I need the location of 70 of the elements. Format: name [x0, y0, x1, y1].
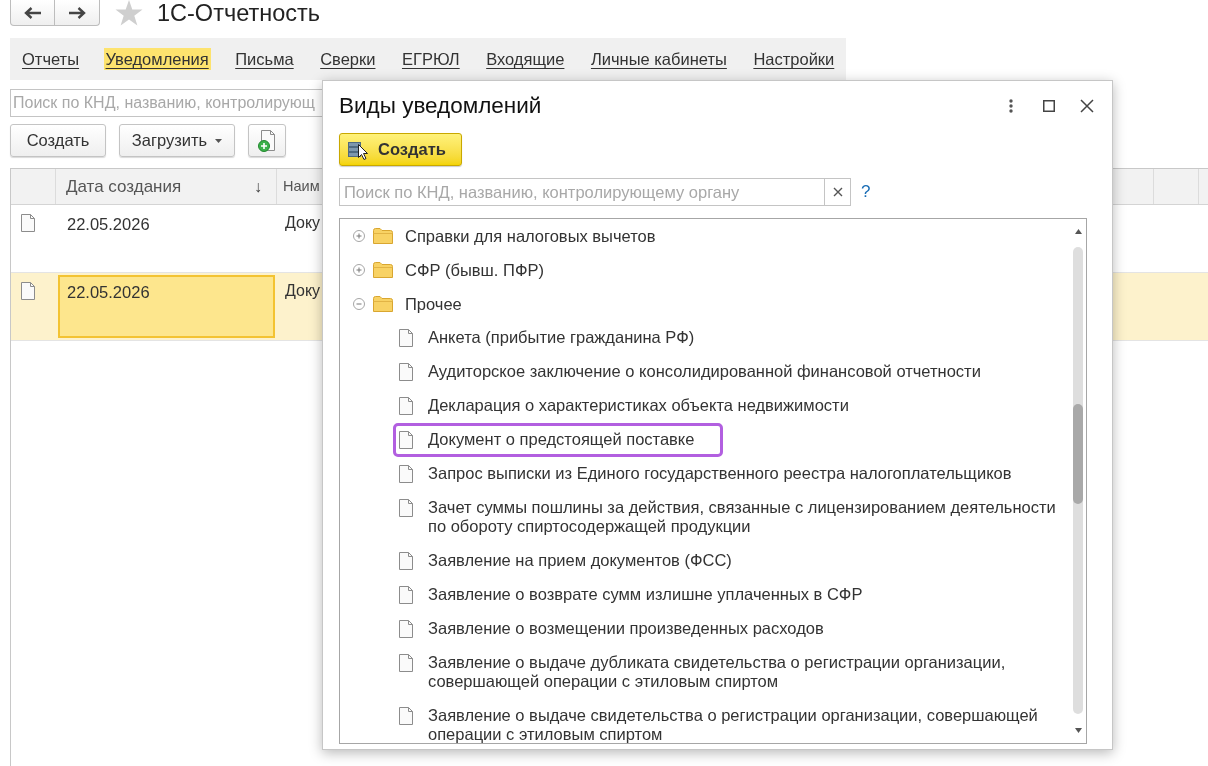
folder-icon — [373, 262, 393, 278]
dropdown-button[interactable]: Загрузить — [119, 124, 235, 157]
tree-item[interactable]: Запрос выписки из Единого государственного реестра налогоплательщиков — [399, 457, 1012, 491]
tab[interactable]: Письма — [233, 48, 296, 70]
help-link[interactable]: ? — [861, 179, 871, 205]
tree-item[interactable]: Заявление о выдаче дубликата свидетельства о регистрации организации, совершающей операции с этиловым спиртом — [399, 646, 1070, 699]
tab[interactable]: ЕГРЮЛ — [399, 48, 462, 70]
tab[interactable]: Сверки — [318, 48, 378, 70]
tree-item[interactable]: Зачет суммы пошлины за действия, связанные с лицензированием деятельности по обороту спиртосодержащей продукции — [399, 491, 1070, 544]
tree-item[interactable]: Заявление на прием документов (ФСС) — [399, 544, 732, 578]
tree-item[interactable]: Заявление о возврате сумм излишне уплаченных в СФР — [399, 578, 863, 612]
document-icon — [399, 397, 413, 415]
scrollbar[interactable] — [1073, 247, 1083, 714]
document-icon — [399, 586, 413, 604]
tab[interactable]: Входящие — [484, 48, 567, 70]
arrow-left-icon — [24, 6, 41, 19]
column-header[interactable]: Дата создания — [66, 173, 182, 200]
folder-icon — [373, 228, 393, 244]
caret-icon — [215, 138, 223, 143]
tree-item[interactable]: Документ о предстоящей поставке — [393, 423, 724, 457]
document-icon — [399, 329, 413, 347]
forward-button[interactable] — [55, 0, 100, 26]
table-cell: Доку — [285, 282, 321, 299]
tab[interactable]: Отчеты — [20, 48, 82, 70]
document-icon — [399, 620, 413, 638]
document-icon — [21, 282, 35, 300]
list-cursor-icon — [348, 139, 369, 160]
scroll-down-icon[interactable] — [1074, 728, 1082, 733]
folder-icon — [373, 296, 393, 312]
icon-button[interactable] — [248, 124, 286, 157]
table-cell: 22.05.2026 — [58, 275, 275, 338]
document-plus-icon — [258, 129, 276, 152]
back-button[interactable] — [10, 0, 55, 26]
more-icon[interactable] — [1009, 98, 1013, 113]
document-icon — [399, 499, 413, 517]
dialog-title: Виды уведомлений — [339, 91, 542, 120]
toolbar-button[interactable]: Создать — [10, 124, 106, 157]
document-icon — [399, 363, 413, 381]
scrollbar-thumb[interactable] — [1073, 404, 1083, 504]
sort-arrow: ↓ — [254, 176, 262, 197]
plus-circle-icon[interactable] — [353, 264, 365, 276]
tree-item[interactable]: Аудиторское заключение о консолидированной финансовой отчетности — [399, 355, 981, 389]
tab[interactable]: Уведомления — [103, 48, 211, 70]
tab[interactable]: Личные кабинеты — [588, 48, 729, 70]
tree-item[interactable]: Анкета (прибытие гражданина РФ) — [399, 321, 695, 355]
document-icon — [21, 214, 35, 232]
document-icon — [399, 654, 413, 672]
close-icon[interactable] — [1080, 98, 1094, 113]
tab[interactable]: Настройки — [751, 48, 837, 70]
document-icon — [399, 465, 413, 483]
column-header[interactable]: Наим — [283, 175, 320, 198]
tree-item[interactable]: Прочее — [340, 287, 462, 321]
table-cell-text: 22.05.2026 — [66, 214, 151, 235]
document-icon — [399, 431, 413, 449]
scroll-up-icon[interactable] — [1074, 229, 1082, 234]
tree-item[interactable]: Заявление о возмещении произведенных расходов — [399, 612, 824, 646]
window-title: 1С-Отчетность — [157, 0, 320, 26]
tree-item[interactable]: Заявление о выдаче свидетельства о регистрации организации, совершающей операции с этиловым спиртом — [399, 699, 1070, 743]
table-cell: Доку — [285, 214, 321, 231]
arrow-right-icon — [68, 6, 86, 19]
create-button[interactable]: Создать — [339, 133, 462, 166]
document-icon — [399, 707, 413, 725]
star-icon[interactable] — [115, 0, 143, 26]
close-icon — [832, 187, 843, 197]
tree-item[interactable]: Справки для налоговых вычетов — [340, 219, 656, 253]
tree-item[interactable]: Декларация о характеристиках объекта недвижимости — [399, 389, 849, 423]
document-icon — [399, 552, 413, 570]
plus-circle-icon[interactable] — [353, 230, 365, 242]
tree-item[interactable]: СФР (бывш. ПФР) — [340, 253, 544, 287]
maximize-icon[interactable] — [1043, 99, 1055, 112]
